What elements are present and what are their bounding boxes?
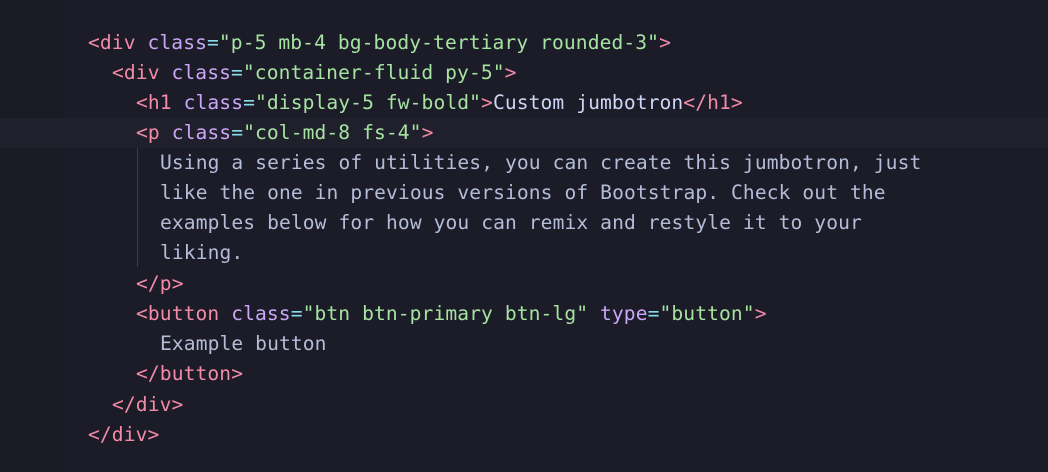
code-content: </div> [112,390,183,420]
token: class [171,121,232,144]
code-content: <button class="btn btn-primary btn-lg" t… [136,299,767,329]
code-line-11[interactable]: Example button [0,329,1048,359]
token: "btn btn-primary btn-lg" [302,302,589,325]
token: < [88,31,100,54]
token: > [421,121,434,144]
token: = [647,302,660,325]
token: button [159,362,232,385]
token: > [481,91,493,114]
token: </ [136,362,160,385]
token: > [730,91,743,114]
code-content: like the one in previous versions of Boo… [160,181,886,204]
code-line-13[interactable]: </div> [0,390,1048,420]
code-editor[interactable]: <div class="p-5 mb-4 bg-body-tertiary ro… [0,0,1048,472]
code-content: </button> [136,359,243,389]
code-line-5[interactable]: Using a series of utilities, you can cre… [0,148,1048,178]
token: </ [683,91,708,114]
token: "col-md-8 fs-4" [243,121,422,144]
token: class [147,31,207,54]
code-line-8[interactable]: liking. [0,238,1048,268]
token: div [111,423,148,446]
code-content: liking. [160,241,244,264]
token: < [136,121,148,144]
code-content: Example button [160,332,327,355]
token: type [600,302,648,325]
token: > [659,31,671,54]
token: Custom jumbotron [492,91,684,114]
token: = [207,31,219,54]
code-content: <div class="p-5 mb-4 bg-body-tertiary ro… [88,28,671,58]
token: </ [88,423,112,446]
code-line-7[interactable]: examples below for how you can remix and… [0,208,1048,238]
token: div [135,393,172,416]
code-content: <p class="col-md-8 fs-4"> [136,118,433,148]
token: > [171,393,184,416]
code-content: <h1 class="display-5 fw-bold">Custom jum… [136,88,743,118]
code-content: examples below for how you can remix and… [160,211,862,234]
code-line-12[interactable]: </button> [0,359,1048,389]
code-line-4[interactable]: <p class="col-md-8 fs-4"> [0,118,1048,148]
token: = [231,121,244,144]
token: "p-5 mb-4 bg-body-tertiary rounded-3" [218,31,660,54]
token: h1 [707,91,731,114]
code-line-6[interactable]: like the one in previous versions of Boo… [0,178,1048,208]
token: "display-5 fw-bold" [255,91,482,114]
code-line-14[interactable]: </div> [0,420,1048,450]
token: > [231,362,244,385]
token: < [112,61,124,84]
token: = [290,302,303,325]
token: </ [136,272,160,295]
code-content: Using a series of utilities, you can cre… [160,151,922,174]
code-content: </div> [88,420,159,450]
code-line-3[interactable]: <h1 class="display-5 fw-bold">Custom jum… [0,88,1048,118]
code-line-9[interactable]: </p> [0,269,1048,299]
code-line-2[interactable]: <div class="container-fluid py-5"> [0,58,1048,88]
token: class [171,61,231,84]
token: = [231,61,243,84]
code-line-1[interactable]: <div class="p-5 mb-4 bg-body-tertiary ro… [0,28,1048,58]
token: "button" [659,302,755,325]
token: < [136,302,148,325]
token: h1 [147,91,172,114]
token: > [504,61,517,84]
code-line-10[interactable]: <button class="btn btn-primary btn-lg" t… [0,299,1048,329]
token: > [754,302,767,325]
token: button [147,302,220,325]
token: </ [112,393,136,416]
token: div [99,31,136,54]
token: class [231,302,291,325]
token: div [123,61,160,84]
code-content: <div class="container-fluid py-5"> [112,58,517,88]
code-content: </p> [136,269,184,299]
token: p [159,272,172,295]
token: class [183,91,244,114]
token: < [136,91,148,114]
token: > [147,423,160,446]
token: = [243,91,255,114]
token: "container-fluid py-5" [242,61,505,84]
token: p [147,121,160,144]
token: > [171,272,184,295]
